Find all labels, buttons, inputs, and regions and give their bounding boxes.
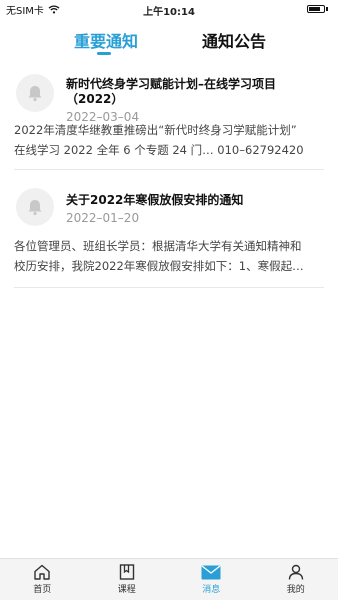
home-icon <box>34 564 50 580</box>
status-bar: 无SIM卡 <box>0 0 338 18</box>
bottom-nav: 首页 课程 消息 我的 <box>0 558 338 600</box>
bell-icon <box>28 200 42 216</box>
notice-body: 各位管理员、班组长学员：根据清华大学有关通知精神和 校历安排，我院2022年寒假… <box>14 236 324 276</box>
wifi-icon <box>48 4 60 13</box>
notice-body-line: 各位管理员、班组长学员：根据清华大学有关通知精神和 <box>14 239 302 253</box>
nav-courses[interactable]: 课程 <box>85 559 170 600</box>
nav-courses-label: 课程 <box>117 585 136 595</box>
tab-important-notices[interactable]: 重要通知 <box>74 28 138 52</box>
nav-messages-label: 消息 <box>202 584 221 595</box>
active-tab-indicator <box>97 52 111 55</box>
battery-tip <box>326 7 328 11</box>
notice-title: 关于2022年寒假放假安排的通知 <box>66 193 244 207</box>
nav-home[interactable]: 首页 <box>0 559 85 600</box>
nav-messages[interactable]: 消息 <box>169 559 254 600</box>
notice-body-line: 校历安排，我院2022年寒假放假安排如下：1、寒假起… <box>14 259 304 273</box>
tab-announcements[interactable]: 通知公告 <box>202 28 266 52</box>
nav-home-label: 首页 <box>33 585 52 595</box>
nav-profile-label: 我的 <box>286 585 305 595</box>
nav-profile[interactable]: 我的 <box>254 559 338 600</box>
notice-body-line: 2022年清度华继教重推磅出“新代时终身习学赋能计划” <box>14 123 297 137</box>
notice-avatar <box>16 188 54 226</box>
notice-avatar <box>16 74 54 112</box>
status-left: 无SIM卡 <box>6 2 60 17</box>
carrier-label: 无SIM卡 <box>6 5 44 17</box>
person-icon <box>288 564 303 580</box>
battery-icon <box>307 5 325 13</box>
notice-date: 2022–01–20 <box>66 211 140 225</box>
notice-title: 新时代终身学习赋能计划–在线学习项目（2022） <box>66 77 277 106</box>
book-icon <box>119 564 134 580</box>
notice-item[interactable]: 关于2022年寒假放假安排的通知 2022–01–20 各位管理员、班组长学员：… <box>14 178 324 288</box>
notice-item[interactable]: 新时代终身学习赋能计划–在线学习项目（2022） 2022–03–04 2022… <box>14 62 324 170</box>
notice-body-line: 在线学习 2022 全年 6 个专题 24 门… 010–62792420 <box>14 143 304 157</box>
status-right <box>307 5 328 13</box>
notice-body: 2022年清度华继教重推磅出“新代时终身习学赋能计划” 在线学习 2022 全年… <box>14 120 324 160</box>
top-tabs: 重要通知 通知公告 <box>0 18 338 62</box>
bell-icon <box>28 86 42 102</box>
mail-icon <box>201 564 221 579</box>
